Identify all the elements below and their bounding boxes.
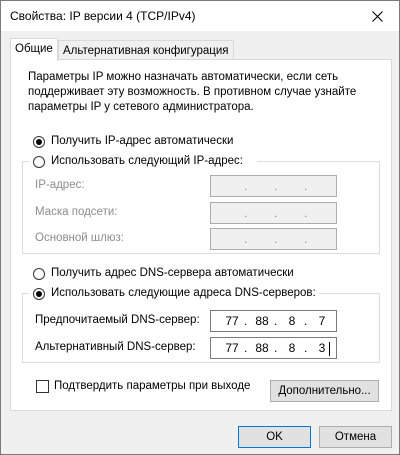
ip-manual-label[interactable]: Использовать следующий IP-адрес:	[51, 155, 243, 167]
gateway-label: Основной шлюз:	[35, 232, 124, 244]
close-button[interactable]	[355, 1, 399, 31]
dns-manual-header: Использовать следующие адреса DNS-сервер…	[29, 286, 319, 302]
general-tab-panel: Параметры IP можно назначать автоматичес…	[10, 59, 392, 411]
text-caret	[329, 342, 330, 356]
preferred-dns-octet-4: 7	[318, 314, 326, 328]
ip-address-field[interactable]: . . .	[210, 175, 337, 197]
validate-checkbox[interactable]	[36, 380, 49, 393]
description-text: Параметры IP можно назначать автоматичес…	[28, 71, 357, 113]
title-bar: Свойства: IP версии 4 (TCP/IPv4)	[1, 1, 399, 31]
subnet-mask-field[interactable]: . . .	[210, 202, 337, 224]
alternate-dns-octet-3: 8	[288, 341, 296, 355]
dns-auto-label[interactable]: Получить адрес DNS-сервера автоматически	[51, 267, 294, 279]
ip-auto-label[interactable]: Получить IP-адрес автоматически	[51, 135, 233, 147]
ip-manual-radio[interactable]	[33, 156, 45, 168]
subnet-mask-label: Маска подсети:	[35, 206, 118, 218]
alternate-dns-octet-1: 77	[225, 341, 239, 355]
preferred-dns-octet-1: 77	[225, 314, 239, 328]
tab-general[interactable]: Общие	[10, 38, 58, 61]
dns-auto-radio[interactable]	[33, 268, 45, 280]
preferred-dns-octet-2: 88	[255, 314, 269, 328]
advanced-button[interactable]: Дополнительно...	[270, 380, 379, 402]
alternate-dns-octet-2: 88	[255, 341, 269, 355]
dns-manual-radio[interactable]	[33, 288, 45, 300]
preferred-dns-octet-3: 8	[288, 314, 296, 328]
gateway-field[interactable]: . . .	[210, 228, 337, 250]
validate-label[interactable]: Подтвердить параметры при выходе	[54, 380, 250, 392]
ok-button[interactable]: OK	[238, 426, 311, 448]
preferred-dns-label: Предпочитаемый DNS-сервер:	[35, 314, 200, 326]
alternate-dns-label: Альтернативный DNS-сервер:	[35, 341, 196, 353]
cancel-button[interactable]: Отмена	[319, 426, 392, 448]
ipv4-properties-dialog: Свойства: IP версии 4 (TCP/IPv4) Общие А…	[0, 0, 400, 455]
dns-manual-label[interactable]: Использовать следующие адреса DNS-сервер…	[51, 287, 316, 299]
ip-manual-header: Использовать следующий IP-адрес:	[29, 154, 257, 170]
window-title: Свойства: IP версии 4 (TCP/IPv4)	[10, 9, 196, 23]
ip-address-label: IP-адрес:	[35, 179, 85, 191]
ip-auto-radio[interactable]	[33, 136, 45, 148]
tab-alternate-config[interactable]: Альтернативная конфигурация	[58, 40, 234, 61]
preferred-dns-field[interactable]: 77 . 88 . 8 . 7	[210, 310, 337, 332]
alternate-dns-field[interactable]: 77 . 88 . 8 . 3	[210, 337, 337, 359]
close-icon	[371, 10, 383, 22]
